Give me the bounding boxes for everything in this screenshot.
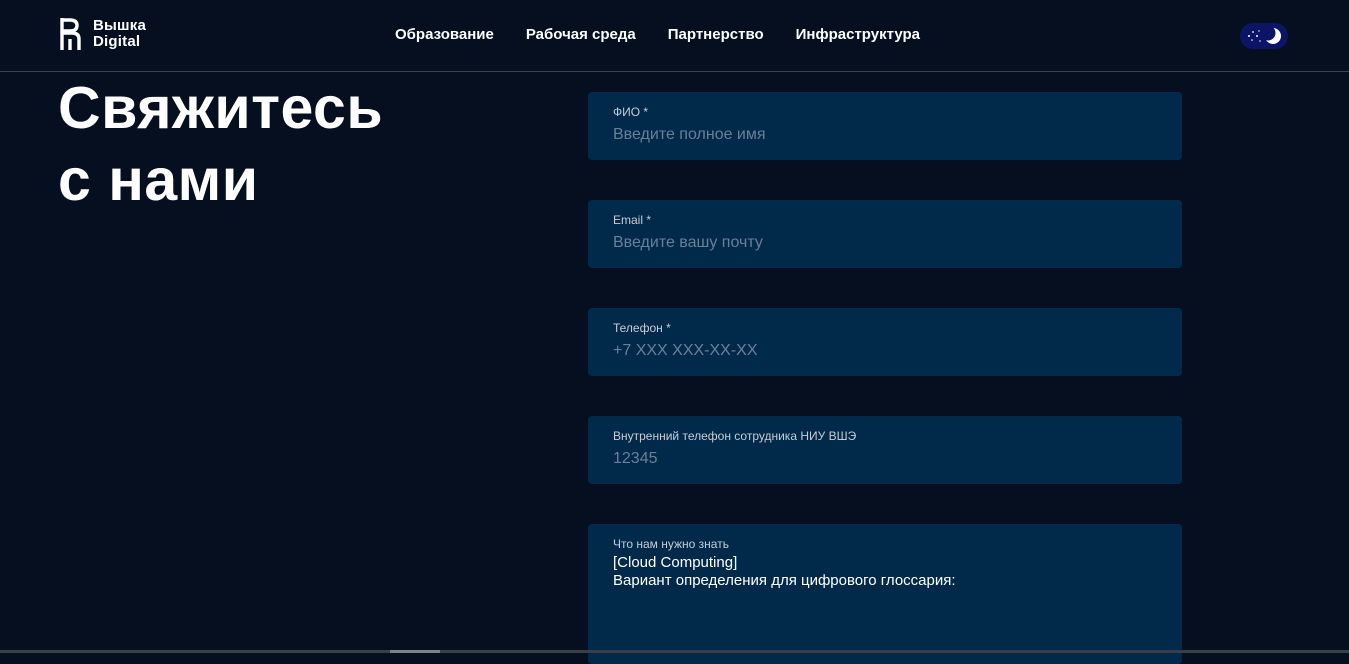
internal-phone-label: Внутренний телефон сотрудника НИУ ВШЭ <box>613 429 857 443</box>
message-textarea[interactable]: [Cloud Computing] Вариант определения дл… <box>613 554 1157 644</box>
main-nav: Образование Рабочая среда Партнерство Ин… <box>395 26 920 43</box>
moon-icon <box>1260 25 1281 44</box>
site-header: Вышка Digital Образование Рабочая среда … <box>0 0 1349 72</box>
full-name-field[interactable]: ФИО * <box>588 92 1182 160</box>
brand-line-1: Вышка <box>93 17 146 34</box>
nav-item-partnership[interactable]: Партнерство <box>668 26 764 43</box>
internal-phone-field[interactable]: Внутренний телефон сотрудника НИУ ВШЭ <box>588 416 1182 484</box>
phone-field[interactable]: Телефон * <box>588 308 1182 376</box>
theme-toggle[interactable] <box>1240 23 1288 49</box>
full-name-input[interactable] <box>613 125 1157 145</box>
email-field[interactable]: Email * <box>588 200 1182 268</box>
message-field[interactable]: Что нам нужно знать [Cloud Computing] Ва… <box>588 524 1182 664</box>
brand-line-2: Digital <box>93 33 141 50</box>
page-title-line-2: с нами <box>58 147 259 213</box>
hse-logo-icon <box>60 18 81 50</box>
internal-phone-input[interactable] <box>613 449 1157 469</box>
message-label: Что нам нужно знать <box>613 537 729 551</box>
page-title-line-1: Свяжитесь <box>58 75 384 141</box>
nav-item-workspace[interactable]: Рабочая среда <box>526 26 636 43</box>
email-label: Email * <box>613 213 652 227</box>
brand-logo[interactable]: Вышка Digital <box>58 16 146 52</box>
page-title: Свяжитесь с нами <box>58 72 383 216</box>
brand-wordmark: Вышка Digital <box>93 18 146 50</box>
full-name-label: ФИО * <box>613 105 649 119</box>
email-input[interactable] <box>613 233 1157 253</box>
phone-label: Телефон * <box>613 321 671 335</box>
nav-item-infrastructure[interactable]: Инфраструктура <box>796 26 920 43</box>
nav-item-education[interactable]: Образование <box>395 26 494 43</box>
phone-input[interactable] <box>613 341 1157 361</box>
